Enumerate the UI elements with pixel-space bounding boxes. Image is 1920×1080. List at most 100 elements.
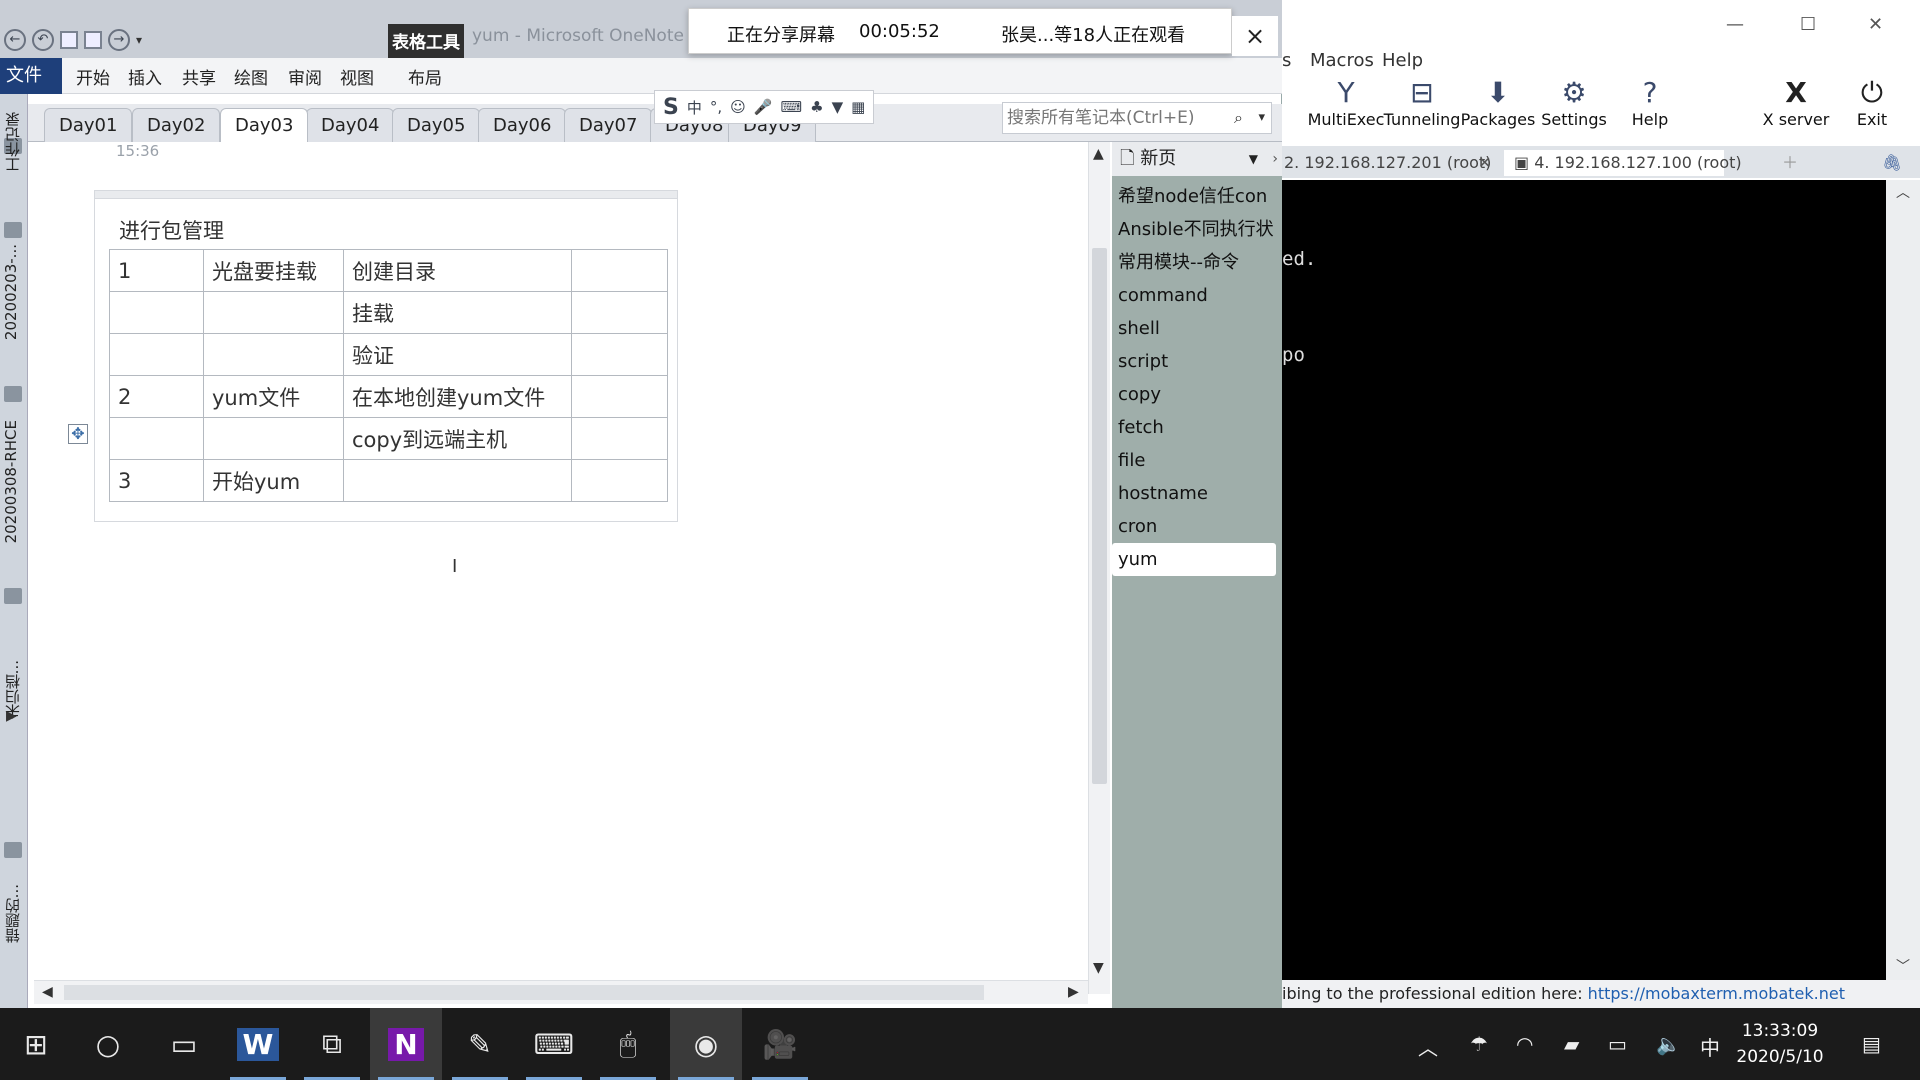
- fullpage-icon[interactable]: [84, 31, 102, 49]
- note-heading[interactable]: 进行包管理: [119, 215, 224, 245]
- keyboard-icon[interactable]: ⌨: [780, 98, 802, 116]
- page-list-item[interactable]: file: [1112, 444, 1276, 477]
- section-tab-day05[interactable]: Day05: [392, 108, 481, 142]
- attachment-icon[interactable]: 🖇: [1882, 150, 1902, 176]
- search-notebooks-input[interactable]: 搜索所有笔记本(Ctrl+E) ⌕ ▾: [1002, 102, 1272, 134]
- table-cell[interactable]: [203, 291, 344, 334]
- taskbar-paint[interactable]: ✎: [444, 1008, 516, 1080]
- maximize-icon[interactable]: ☐: [1800, 14, 1816, 35]
- punctuation-icon[interactable]: °,: [710, 98, 722, 116]
- table-cell[interactable]: [343, 459, 572, 502]
- x-server-button[interactable]: XX server: [1756, 76, 1836, 129]
- scroll-thumb[interactable]: [64, 985, 984, 1000]
- section-tab-day07[interactable]: Day07: [564, 108, 653, 142]
- terminal-scrollbar[interactable]: ︿ ﹀: [1886, 180, 1920, 980]
- taskbar-file-explorer[interactable]: ▭: [148, 1008, 220, 1080]
- page-list-item[interactable]: copy: [1112, 378, 1276, 411]
- scroll-down-icon[interactable]: ﹀: [1896, 956, 1910, 976]
- section-tab-day02[interactable]: Day02: [132, 108, 221, 142]
- notebook-icon[interactable]: [4, 588, 22, 604]
- note-container-handle[interactable]: [95, 191, 677, 199]
- tray-app-icon[interactable]: ☂: [1470, 1032, 1488, 1056]
- emoji-icon[interactable]: ☺: [730, 98, 746, 116]
- tab-home[interactable]: 开始: [76, 64, 110, 89]
- table-cell[interactable]: copy到远端主机: [343, 417, 572, 460]
- multiexec-button[interactable]: Y MultiExec: [1306, 76, 1386, 129]
- page-list-item[interactable]: Ansible不同执行状: [1112, 213, 1276, 246]
- forward-icon[interactable]: →: [108, 29, 130, 51]
- page-vertical-scrollbar[interactable]: ▲ ▼: [1088, 142, 1110, 994]
- search-scope-dropdown-icon[interactable]: ▾: [1258, 103, 1265, 133]
- table-cell[interactable]: [571, 333, 668, 376]
- chevron-right-icon[interactable]: ›: [1272, 142, 1278, 176]
- toolbox-icon[interactable]: ▦: [851, 98, 865, 116]
- professional-edition-link[interactable]: https://mobaxterm.mobatek.net: [1588, 984, 1845, 1003]
- table-cell[interactable]: 开始yum: [203, 459, 344, 502]
- undo-icon[interactable]: ↶: [32, 29, 54, 51]
- page-list-item[interactable]: yum: [1112, 543, 1276, 576]
- close-tab-icon[interactable]: ✕: [1478, 150, 1491, 176]
- tab-draw[interactable]: 绘图: [234, 64, 268, 89]
- page-list-item[interactable]: script: [1112, 345, 1276, 378]
- table-cell[interactable]: [109, 417, 204, 460]
- new-tab-icon[interactable]: ＋: [1782, 150, 1798, 176]
- table-cell[interactable]: 3: [109, 459, 204, 502]
- taskbar-word[interactable]: W: [222, 1008, 294, 1080]
- page-list-item[interactable]: command: [1112, 279, 1276, 312]
- dock-icon[interactable]: [60, 31, 78, 49]
- tab-file[interactable]: 文件: [0, 58, 62, 94]
- table-cell[interactable]: [109, 291, 204, 334]
- table-cell[interactable]: [571, 459, 668, 502]
- table-cell[interactable]: [109, 333, 204, 376]
- notebook-label-work[interactable]: 工作记录: [2, 112, 23, 172]
- add-page-button[interactable]: 🗋 新页 ▼ ›: [1112, 142, 1282, 176]
- shirt-icon[interactable]: ▼: [832, 98, 844, 116]
- table-cell[interactable]: [203, 417, 344, 460]
- page-list-item[interactable]: 常用模块--命令: [1112, 246, 1276, 279]
- table-cell[interactable]: yum文件: [203, 375, 344, 418]
- page-list-item[interactable]: hostname: [1112, 477, 1276, 510]
- page-list-item[interactable]: cron: [1112, 510, 1276, 543]
- taskbar-clock[interactable]: 13:33:09 2020/5/10: [1720, 1018, 1840, 1070]
- ime-mode-indicator[interactable]: 中: [687, 97, 702, 118]
- taskbar-meeting[interactable]: ◉: [670, 1008, 742, 1080]
- tray-app-icon[interactable]: ▰: [1564, 1032, 1579, 1056]
- new-page-dropdown-icon[interactable]: ▼: [1249, 142, 1258, 176]
- package-table[interactable]: 1 光盘要挂载 创建目录 挂载 验证 2 yum文件 在本地创建yum文件 copy到远端主机 3…: [109, 249, 668, 502]
- notebook-label-mistakes[interactable]: 错题的...: [2, 884, 23, 943]
- share-viewers[interactable]: 张昊...等18人正在观看: [1001, 21, 1185, 47]
- sogou-logo-icon[interactable]: S: [663, 95, 679, 120]
- menu-help[interactable]: Help: [1382, 50, 1423, 71]
- session-tab-100[interactable]: ▣ 4. 192.168.127.100 (root): [1504, 150, 1742, 176]
- tab-layout[interactable]: 布局: [408, 64, 442, 89]
- notebook-label-20200203[interactable]: 20200203-...: [2, 244, 20, 340]
- taskbar-mobaxterm[interactable]: ⌨: [518, 1008, 590, 1080]
- scroll-thumb[interactable]: [1092, 248, 1107, 784]
- tab-review[interactable]: 审阅: [288, 64, 322, 89]
- taskbar-vmware[interactable]: ⧉: [296, 1008, 368, 1080]
- close-icon[interactable]: ×: [1232, 16, 1278, 56]
- page-list-item[interactable]: 希望node信任con: [1112, 180, 1276, 213]
- settings-button[interactable]: ⚙ Settings: [1534, 76, 1614, 129]
- window-close-icon[interactable]: ✕: [1868, 14, 1883, 35]
- wifi-icon[interactable]: ◠: [1516, 1032, 1533, 1056]
- section-tab-day06[interactable]: Day06: [478, 108, 567, 142]
- notebook-label-rhce[interactable]: 20200308-RHCE: [2, 420, 20, 543]
- table-cell[interactable]: 1: [109, 249, 204, 292]
- table-move-handle-icon[interactable]: ✥: [68, 424, 88, 444]
- packages-button[interactable]: ⬇ Packages: [1458, 76, 1538, 129]
- microphone-icon[interactable]: 🎤: [754, 98, 773, 116]
- taskbar-recorder[interactable]: 🎥: [744, 1008, 816, 1080]
- taskbar-onenote[interactable]: N: [370, 1008, 442, 1080]
- scroll-left-icon[interactable]: ◀: [42, 984, 53, 1000]
- note-container[interactable]: 进行包管理 1 光盘要挂载 创建目录 挂载 验证 2 yum文件 在本地创建yum文件 copy…: [94, 190, 678, 522]
- menu-macros[interactable]: Macros: [1310, 50, 1374, 71]
- table-cell[interactable]: 2: [109, 375, 204, 418]
- minimize-icon[interactable]: —: [1726, 14, 1744, 35]
- battery-icon[interactable]: ▭: [1608, 1032, 1627, 1056]
- section-tab-day03[interactable]: Day03: [220, 108, 309, 142]
- table-cell[interactable]: 创建目录: [343, 249, 572, 292]
- section-tab-day01[interactable]: Day01: [44, 108, 133, 142]
- notebook-icon[interactable]: [4, 842, 22, 858]
- notebook-icon[interactable]: [4, 386, 22, 402]
